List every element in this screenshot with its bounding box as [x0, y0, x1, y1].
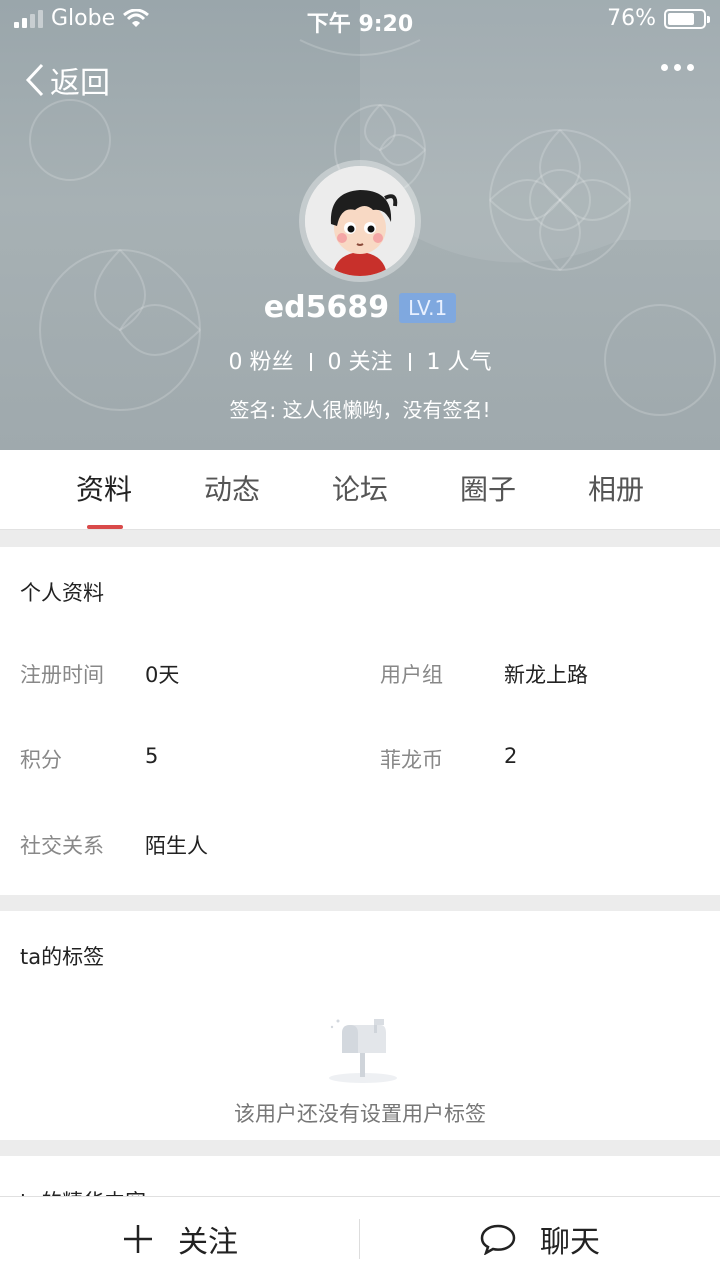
avatar-cartoon-boy-icon — [305, 166, 415, 276]
profile-header: Globe 下午 9:20 76% 返回 ed5689 LV.1 0 粉丝 0 … — [0, 0, 720, 450]
section-title: ta的精华内容 — [20, 1186, 146, 1196]
section-title: ta的标签 — [20, 945, 105, 969]
chat-button[interactable]: 聊天 — [360, 1197, 720, 1280]
fans-count[interactable]: 0 粉丝 — [229, 350, 294, 375]
tab-forum[interactable]: 论坛 — [296, 450, 424, 529]
tab-profile[interactable]: 资料 — [40, 450, 168, 529]
empty-tags-text: 该用户还没有设置用户标签 — [234, 1102, 486, 1126]
divider — [359, 1219, 360, 1259]
featured-content-card: ta的精华内容 — [0, 1156, 720, 1196]
tab-circles[interactable]: 圈子 — [424, 450, 552, 529]
tab-bar: 资料 动态 论坛 圈子 相册 — [0, 450, 720, 530]
tab-activity[interactable]: 动态 — [168, 450, 296, 529]
back-label: 返回 — [50, 66, 110, 101]
register-time-value: 0天 — [145, 663, 180, 687]
profile-stats: 0 粉丝 0 关注 1 人气 — [0, 344, 720, 376]
back-button[interactable]: 返回 — [24, 58, 110, 102]
follow-button[interactable]: 关注 — [0, 1197, 360, 1280]
popularity-count: 1 人气 — [426, 350, 492, 375]
tags-card: ta的标签 该用户还没有设置用户标签 — [0, 911, 720, 1140]
level-badge: LV.1 — [399, 292, 457, 323]
tab-album[interactable]: 相册 — [552, 450, 680, 529]
avatar[interactable] — [299, 160, 421, 282]
more-options-icon[interactable] — [661, 64, 694, 71]
nav-bar: 返回 — [0, 58, 720, 104]
status-bar: Globe 下午 9:20 76% — [0, 0, 720, 40]
register-time-label: 注册时间 — [20, 663, 104, 687]
username-row: ed5689 LV.1 — [0, 290, 720, 325]
chat-bubble-icon — [480, 1224, 516, 1255]
personal-info-card: 个人资料 注册时间 0天 用户组 新龙上路 积分 5 菲龙币 2 社交关系 陌生… — [0, 547, 720, 895]
points-value: 5 — [145, 744, 159, 768]
divider — [309, 353, 312, 371]
following-count[interactable]: 0 关注 — [328, 350, 393, 375]
coins-value: 2 — [504, 744, 518, 768]
relation-label: 社交关系 — [20, 834, 104, 858]
user-group-value: 新龙上路 — [504, 663, 588, 687]
chevron-left-icon — [25, 63, 44, 97]
battery-icon — [664, 8, 710, 29]
section-title: 个人资料 — [20, 581, 104, 605]
username: ed5689 — [263, 290, 390, 325]
chat-label: 聊天 — [540, 1225, 600, 1260]
points-label: 积分 — [20, 748, 62, 772]
empty-mailbox-icon — [329, 1019, 397, 1083]
signature: 签名: 这人很懒哟，没有签名! — [229, 398, 491, 422]
divider — [408, 353, 411, 371]
bottom-action-bar: 关注 聊天 — [0, 1196, 720, 1280]
plus-icon — [124, 1225, 152, 1253]
user-group-label: 用户组 — [380, 663, 443, 687]
follow-label: 关注 — [178, 1225, 238, 1260]
coins-label: 菲龙币 — [380, 748, 443, 772]
relation-value: 陌生人 — [145, 834, 208, 858]
battery-percent: 76% — [607, 6, 656, 31]
